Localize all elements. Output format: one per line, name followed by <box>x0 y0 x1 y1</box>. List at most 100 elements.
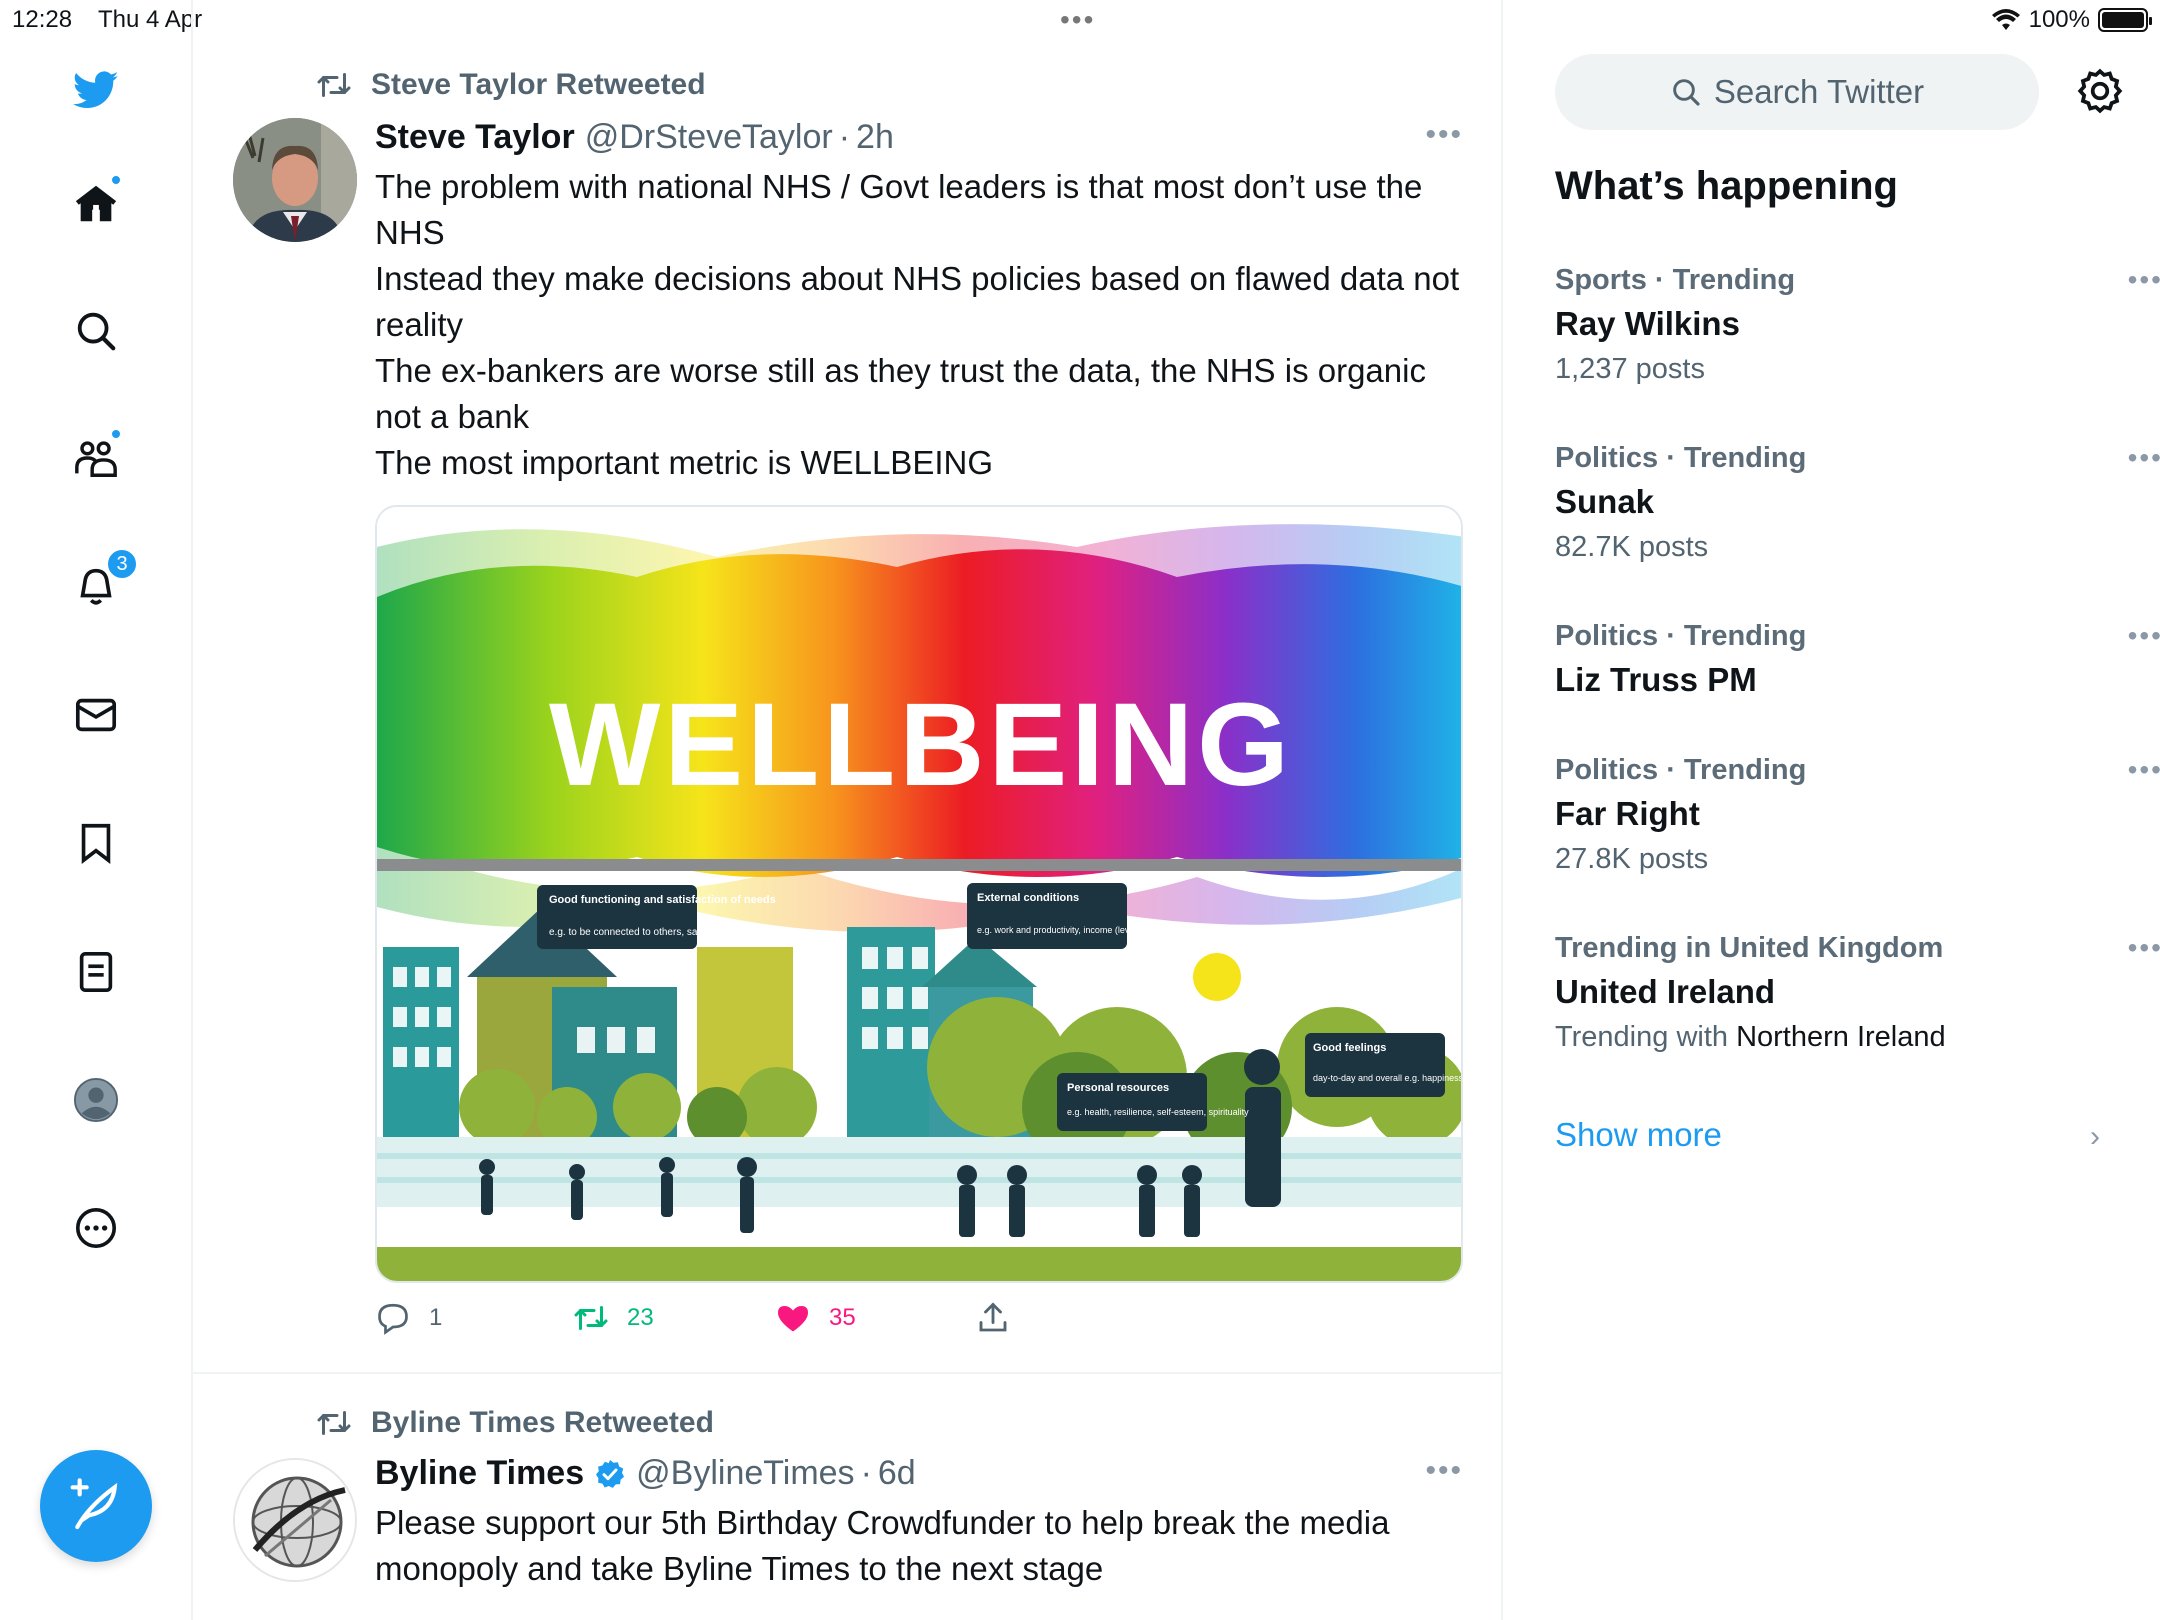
trend-category: Trending in United Kingdom <box>1555 932 1944 964</box>
author-handle[interactable]: @DrSteveTaylor <box>585 118 833 157</box>
search-icon <box>1673 79 1700 106</box>
trend-context: Trending with Northern Ireland <box>1555 1021 2115 1054</box>
trend-name: United Ireland <box>1555 973 1776 1010</box>
callout-body: e.g. health, resilience, self-esteem, sp… <box>1067 1107 1249 1117</box>
retweeted-by-label: Steve Taylor Retweeted <box>371 68 706 101</box>
communities-unread-dot <box>110 428 122 440</box>
trend-category: Politics · Trending <box>1555 754 1807 786</box>
trend-post-count: 82.7K posts <box>1555 531 1709 563</box>
retweet-icon <box>317 1411 351 1435</box>
callout-title: Good feelings <box>1313 1042 1386 1054</box>
tweet-text-line: The problem with national NHS / Govt lea… <box>375 168 1423 251</box>
trend-item[interactable]: Trending in United Kingdom United Irelan… <box>1555 932 2160 1054</box>
right-sidebar: Search Twitter What’s happening Sports ·… <box>1505 0 2160 1620</box>
retweet-icon <box>317 73 351 97</box>
whats-happening-title: What’s happening <box>1555 164 1898 208</box>
tweet-actions: 1 23 35 <box>375 1300 1175 1344</box>
search-placeholder: Search Twitter <box>1713 73 1925 110</box>
media-headline: WELLBEING <box>549 679 1293 811</box>
trend-category: Sports · Trending <box>1555 264 1796 296</box>
trend-item[interactable]: Politics · Trending Far Right 27.8K post… <box>1555 754 2160 876</box>
tweet-timestamp[interactable]: 2h <box>856 118 894 157</box>
tweet-text: The problem with national NHS / Govt lea… <box>375 164 1465 486</box>
trend-name: Liz Truss PM <box>1555 661 1757 698</box>
trend-more-icon[interactable]: ••• <box>2128 620 2160 652</box>
bookmarks-icon[interactable] <box>66 813 126 873</box>
heart-filled-icon <box>778 1306 808 1332</box>
compose-tweet-button[interactable] <box>40 1450 152 1562</box>
show-more-link[interactable]: Show more <box>1555 1116 1722 1154</box>
notifications-bell-icon[interactable]: 3 <box>66 548 138 616</box>
reply-button[interactable]: 1 <box>375 1300 442 1336</box>
like-button[interactable]: 35 <box>775 1300 856 1336</box>
notifications-count-badge: 3 <box>106 548 138 580</box>
author-name[interactable]: Steve Taylor <box>375 118 575 157</box>
more-options-icon[interactable] <box>66 1198 126 1258</box>
callout-body: e.g. to be connected to others, safe, au… <box>549 927 766 938</box>
home-unread-dot <box>110 174 122 186</box>
lists-icon[interactable] <box>66 942 126 1002</box>
tweet-more-options-icon[interactable]: ••• <box>1425 1454 1463 1488</box>
home-icon[interactable] <box>66 174 126 234</box>
compose-feather-icon <box>70 1478 118 1530</box>
retweet-count: 23 <box>627 1304 654 1331</box>
trend-category: Politics · Trending <box>1555 442 1807 474</box>
chevron-right-icon[interactable]: › <box>2090 1120 2100 1154</box>
tweet-text-line: The ex-bankers are worse still as they t… <box>375 352 1426 435</box>
retweet-context: Steve Taylor Retweeted <box>315 68 706 102</box>
trend-context-topic: Northern Ireland <box>1736 1021 1946 1053</box>
tweet-more-options-icon[interactable]: ••• <box>1425 118 1463 152</box>
callout-title: External conditions <box>977 892 1079 904</box>
trend-name: Far Right <box>1555 795 1700 832</box>
author-handle[interactable]: @BylineTimes <box>636 1454 854 1493</box>
retweet-button[interactable]: 23 <box>573 1300 654 1336</box>
tweet-divider <box>193 1372 1503 1374</box>
tweet-text-line: Instead they make decisions about NHS po… <box>375 260 1460 343</box>
tweet-header: Byline Times @BylineTimes · 6d <box>375 1454 916 1493</box>
verified-badge-icon <box>596 1459 625 1488</box>
tweet-image-wellbeing[interactable]: WELLBEING Good functioning and satisfact… <box>375 505 1463 1283</box>
trend-post-count: 27.8K posts <box>1555 843 1709 875</box>
share-button[interactable] <box>975 1300 1011 1336</box>
callout-body: e.g. work and productivity, income (leve… <box>977 925 1285 935</box>
callout-title: Personal resources <box>1067 1082 1169 1094</box>
tweet-text: Please support our 5th Birthday Crowdfun… <box>375 1500 1465 1592</box>
author-name[interactable]: Byline Times <box>375 1454 584 1493</box>
left-navigation: 3 <box>0 0 193 1620</box>
callout-title: Good functioning and satisfaction of nee… <box>549 894 776 906</box>
search-input[interactable]: Search Twitter <box>1555 54 2039 130</box>
settings-gear-icon[interactable] <box>2075 66 2125 116</box>
home-timeline: Steve Taylor Retweeted Steve Taylor @DrS… <box>193 0 1503 1620</box>
share-icon <box>979 1302 1007 1332</box>
trend-more-icon[interactable]: ••• <box>2128 442 2160 474</box>
tweet-header: Steve Taylor @DrSteveTaylor · 2h <box>375 118 894 157</box>
trend-item[interactable]: Politics · Trending Liz Truss PM ••• <box>1555 620 2160 699</box>
profile-avatar-icon[interactable] <box>66 1070 126 1130</box>
avatar[interactable] <box>233 1458 357 1582</box>
separator-dot: · <box>838 118 851 156</box>
communities-icon[interactable] <box>66 428 126 488</box>
trend-category: Politics · Trending <box>1555 620 1807 652</box>
callout-body: day-to-day and overall e.g. happiness, j… <box>1313 1073 1463 1083</box>
trend-more-icon[interactable]: ••• <box>2128 932 2160 964</box>
trend-item[interactable]: Politics · Trending Sunak 82.7K posts ••… <box>1555 442 2160 564</box>
tweet-text-line: The most important metric is WELLBEING <box>375 444 993 481</box>
reply-count: 1 <box>429 1304 443 1331</box>
trend-more-icon[interactable]: ••• <box>2128 264 2160 296</box>
trend-name: Sunak <box>1555 483 1655 520</box>
retweet-icon <box>574 1306 608 1330</box>
like-count: 35 <box>829 1304 856 1331</box>
messages-envelope-icon[interactable] <box>66 685 126 745</box>
separator-dot: · <box>860 1454 872 1492</box>
retweeted-by-label: Byline Times Retweeted <box>371 1406 714 1439</box>
trend-item[interactable]: Sports · Trending Ray Wilkins 1,237 post… <box>1555 264 2160 386</box>
avatar[interactable] <box>233 118 357 242</box>
tweet-text-line: Please support our 5th Birthday Crowdfun… <box>375 1504 1390 1587</box>
tweet-timestamp[interactable]: 6d <box>878 1454 916 1493</box>
trend-more-icon[interactable]: ••• <box>2128 754 2160 786</box>
twitter-logo-icon[interactable] <box>66 60 126 120</box>
trend-post-count: 1,237 posts <box>1555 353 1705 385</box>
reply-icon <box>378 1303 408 1335</box>
explore-search-icon[interactable] <box>66 301 126 361</box>
trend-name: Ray Wilkins <box>1555 305 1740 342</box>
